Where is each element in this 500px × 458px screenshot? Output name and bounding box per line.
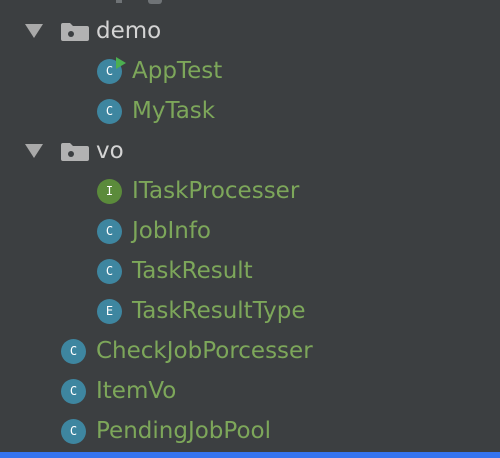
package-folder-icon [61,143,89,161]
expand-toggle-icon[interactable] [25,24,43,38]
interface-icon: I [97,179,122,204]
tree-node-label: TaskResultType [132,298,306,324]
class-icon: C [61,339,86,364]
class-icon: C [97,219,122,244]
scrolled-row-fragment [148,0,162,4]
tree-node-vo[interactable]: vo [0,131,500,171]
tree-node-label: ITaskProcesser [132,178,300,204]
tree-node-jobinfo[interactable]: C JobInfo [0,211,500,251]
tree-node-label: AppTest [132,58,223,84]
tree-node-label: TaskResult [132,258,253,284]
tree-node-pendingjobpool[interactable]: C PendingJobPool [0,411,500,451]
class-icon: C [61,379,86,404]
tree-node-itaskprocesser[interactable]: I ITaskProcesser [0,171,500,211]
tree-node-demo[interactable]: demo [0,11,500,51]
tree-node-label: MyTask [132,98,216,124]
tree-node-taskresulttype[interactable]: E TaskResultType [0,291,500,331]
scrolled-row-fragment-2 [116,0,122,3]
tree-node-mytask[interactable]: C MyTask [0,91,500,131]
tree-node-itemvo[interactable]: C ItemVo [0,371,500,411]
package-folder-icon [61,23,89,41]
tree-node-checkjobporcesser[interactable]: C CheckJobPorcesser [0,331,500,371]
tree-node-label: PendingJobPool [96,418,271,444]
tree-node-label: JobInfo [132,218,211,244]
enum-icon: E [97,299,122,324]
tree-node-apptest[interactable]: C AppTest [0,51,500,91]
project-tree: demo C AppTest C MyTask vo I ITaskProces… [0,0,500,452]
class-icon: C [97,99,122,124]
class-icon: C [97,259,122,284]
selection-bar [0,452,500,458]
tree-node-taskresult[interactable]: C TaskResult [0,251,500,291]
tree-node-label: ItemVo [96,378,177,404]
tree-node-label: demo [96,18,162,44]
run-marker-icon [116,57,126,69]
class-icon: C [61,419,86,444]
tree-node-label: vo [96,138,124,164]
expand-toggle-icon[interactable] [25,144,43,158]
tree-node-label: CheckJobPorcesser [96,338,313,364]
